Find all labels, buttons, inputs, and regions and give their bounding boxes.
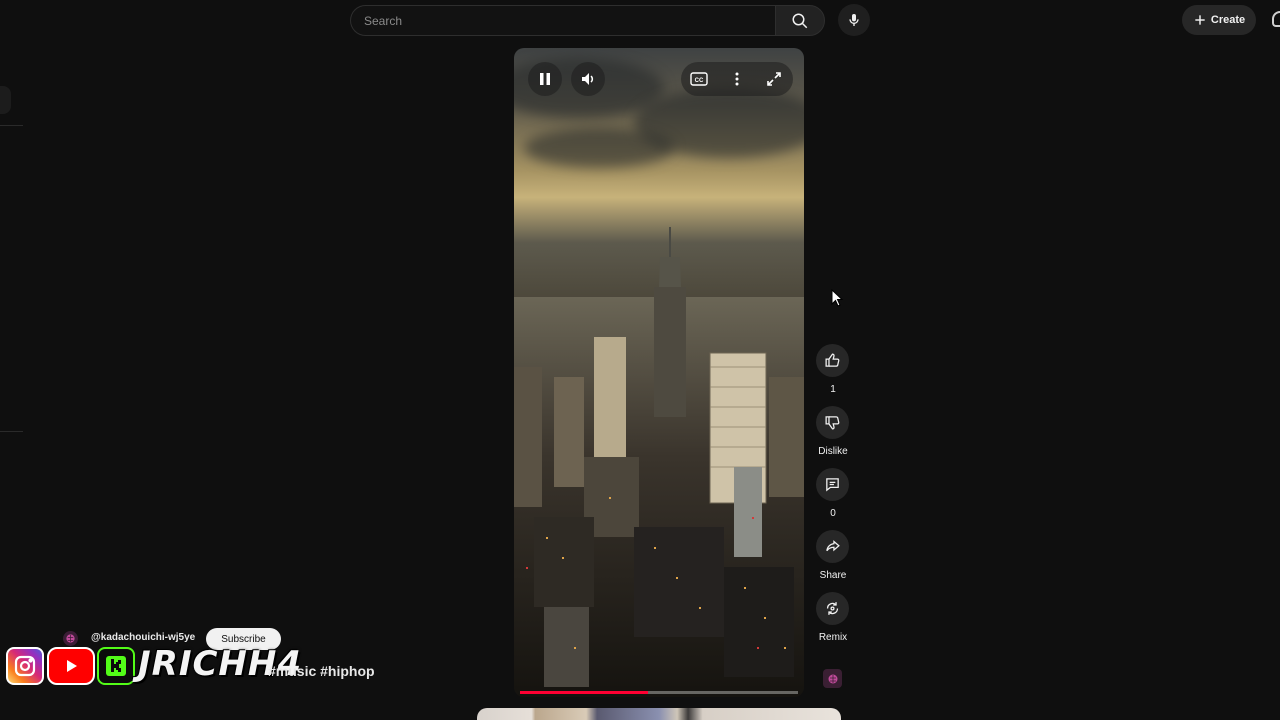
player-controls-group: CC	[681, 62, 793, 96]
thumbs-up-icon	[825, 353, 840, 367]
mic-icon	[849, 14, 859, 26]
remix-icon	[826, 602, 839, 615]
cloud-shape	[524, 128, 674, 168]
dislike-label: Dislike	[818, 446, 848, 457]
progress-fill	[520, 691, 648, 694]
voice-search-button[interactable]	[838, 4, 870, 36]
pause-button[interactable]	[528, 62, 562, 96]
sidebar-item[interactable]	[0, 86, 11, 114]
create-button[interactable]: Create	[1182, 5, 1256, 35]
share-icon	[826, 540, 840, 552]
captions-icon[interactable]: CC	[690, 71, 708, 87]
kick-icon	[106, 656, 126, 676]
search-input[interactable]	[364, 13, 775, 28]
search-button[interactable]	[775, 5, 825, 36]
remix-button[interactable]	[816, 592, 849, 625]
next-short-preview[interactable]	[477, 708, 841, 720]
bell-icon[interactable]	[1272, 11, 1280, 27]
comment-count: 0	[830, 508, 836, 519]
share-label: Share	[819, 570, 847, 581]
dislike-button[interactable]	[816, 406, 849, 439]
mouse-cursor	[831, 289, 844, 307]
youtube-logo	[47, 647, 95, 685]
more-vert-icon[interactable]	[733, 71, 741, 87]
video-hashtags[interactable]: #music #hiphop	[268, 663, 375, 679]
fullscreen-icon[interactable]	[766, 71, 782, 87]
pause-icon	[540, 73, 550, 85]
plus-icon	[1195, 15, 1205, 25]
search-box[interactable]	[350, 5, 775, 36]
sidebar-divider	[0, 125, 23, 126]
svg-text:CC: CC	[695, 78, 704, 84]
volume-button[interactable]	[571, 62, 605, 96]
share-button[interactable]	[816, 530, 849, 563]
youtube-play-icon	[67, 660, 77, 672]
instagram-logo	[6, 647, 44, 685]
brain-icon	[828, 674, 837, 683]
like-button[interactable]	[816, 344, 849, 377]
create-label: Create	[1210, 14, 1246, 26]
channel-avatar[interactable]	[63, 631, 78, 646]
kick-logo	[97, 647, 135, 685]
like-count: 1	[830, 384, 836, 395]
remix-label: Remix	[818, 632, 848, 643]
thumbs-down-icon	[825, 416, 840, 430]
short-video-player[interactable]: CC	[514, 48, 804, 697]
search-icon	[792, 13, 808, 28]
progress-bar[interactable]	[520, 691, 798, 694]
comments-button[interactable]	[816, 468, 849, 501]
city-skyline	[514, 227, 804, 697]
comment-icon	[826, 478, 839, 492]
brain-icon	[66, 634, 75, 643]
channel-avatar-small[interactable]	[823, 669, 842, 688]
channel-handle[interactable]: @kadachouichi-wj5ye	[91, 632, 195, 643]
instagram-icon	[14, 655, 36, 677]
sidebar-divider	[0, 431, 23, 432]
volume-icon	[582, 73, 594, 85]
